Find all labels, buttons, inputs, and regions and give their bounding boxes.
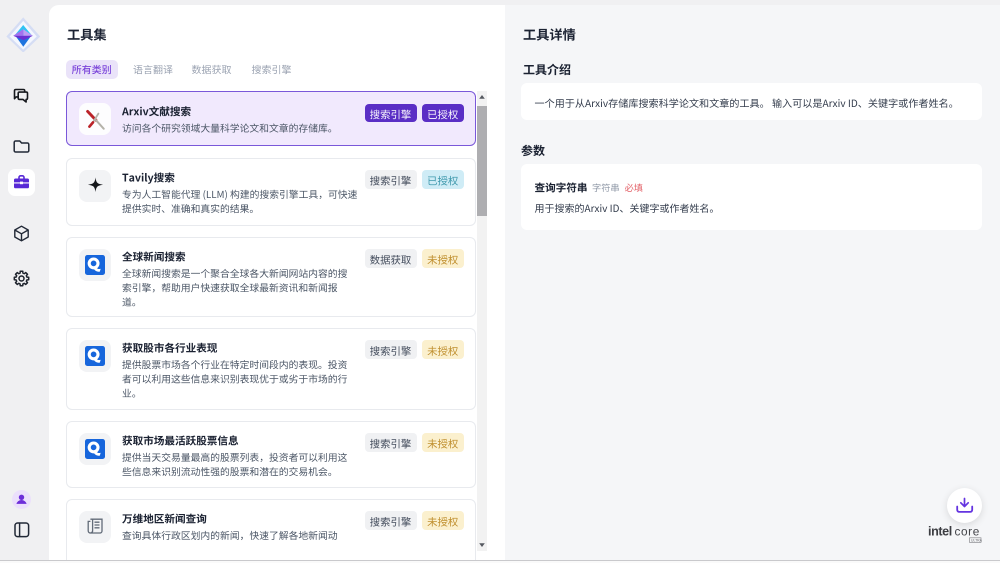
svg-text:core: core <box>955 525 980 539</box>
svg-text:intel: intel <box>928 525 952 539</box>
svg-text:ULTRA: ULTRA <box>971 539 983 543</box>
